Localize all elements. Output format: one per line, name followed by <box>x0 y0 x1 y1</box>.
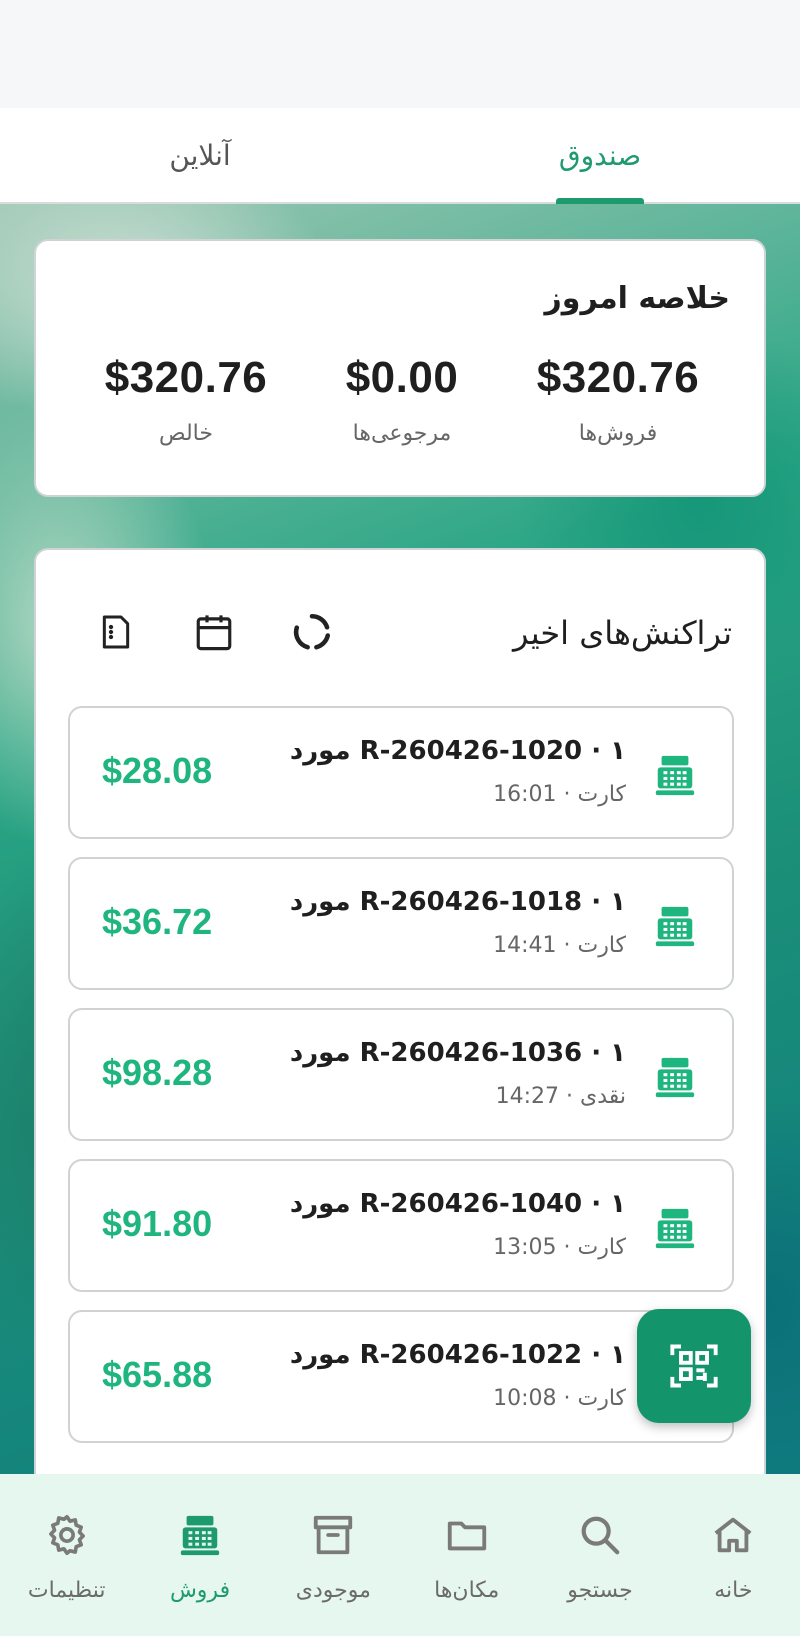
transaction-title: R-260426-1018 · ۱ مورد <box>289 887 626 917</box>
scan-qr-button[interactable] <box>637 1309 751 1423</box>
summary-title: خلاصه امروز <box>544 281 730 316</box>
stat-net-value: $320.76 <box>104 353 268 402</box>
transaction-amount: $91.80 <box>102 1203 213 1244</box>
transaction-row[interactable]: R-260426-1022 · ۱ مورد کارت · 10:08 $65.… <box>68 1310 734 1443</box>
nav-item-inventory[interactable]: موجودی <box>267 1474 400 1636</box>
transaction-title: R-260426-1022 · ۱ مورد <box>289 1340 626 1370</box>
stat-net: $320.76 خالص <box>86 353 286 446</box>
stat-sales-value: $320.76 <box>536 353 700 402</box>
nav-item-home[interactable]: خانه <box>667 1474 800 1636</box>
home-icon <box>714 1517 752 1553</box>
today-summary-card: خلاصه امروز $320.76 فروش‌ها $0.00 مرجوعی… <box>34 239 766 497</box>
transaction-title: R-260426-1036 · ۱ مورد <box>289 1038 626 1068</box>
nav-label-settings: تنظیمات <box>27 1578 106 1603</box>
tab-cash-register[interactable]: صندوق <box>400 108 800 202</box>
nav-item-sales[interactable]: فروش <box>133 1474 266 1636</box>
stat-sales: $320.76 فروش‌ها <box>518 353 718 446</box>
transaction-row[interactable]: R-260426-1036 · ۱ مورد نقدی · 14:27 $98.… <box>68 1008 734 1141</box>
settings-icon <box>48 1514 85 1556</box>
recent-actions <box>94 610 334 654</box>
refresh-button[interactable] <box>290 610 334 654</box>
transaction-amount: $65.88 <box>102 1354 213 1395</box>
search-icon <box>581 1516 620 1555</box>
cash-register-icon <box>655 755 695 796</box>
refresh-icon <box>293 613 331 650</box>
summary-stats: $320.76 فروش‌ها $0.00 مرجوعی‌ها $320.76 … <box>86 353 718 446</box>
export-icon <box>102 615 130 649</box>
stat-refunds-value: $0.00 <box>345 353 459 402</box>
bottom-navigation: خانه جستجو مکان‌ها موجودی فروش تنظیمات <box>0 1474 800 1636</box>
nav-item-locations[interactable]: مکان‌ها <box>400 1474 533 1636</box>
export-button[interactable] <box>94 610 138 654</box>
transaction-subtitle: کارت · 16:01 <box>493 782 626 807</box>
cash-register-icon <box>180 1515 220 1556</box>
transaction-row[interactable]: R-260426-1040 · ۱ مورد کارت · 13:05 $91.… <box>68 1159 734 1292</box>
transaction-amount: $98.28 <box>102 1052 213 1093</box>
transaction-subtitle: کارت · 14:41 <box>493 933 626 958</box>
nav-item-settings[interactable]: تنظیمات <box>0 1474 133 1636</box>
cash-register-icon <box>655 1057 695 1098</box>
nav-label-search: جستجو <box>567 1578 633 1603</box>
transaction-amount: $28.08 <box>102 750 213 791</box>
folder-icon <box>447 1521 486 1551</box>
transaction-title: R-260426-1020 · ۱ مورد <box>289 736 626 766</box>
qr-scan-icon <box>670 1344 718 1388</box>
stat-sales-label: فروش‌ها <box>578 421 658 446</box>
stat-net-label: خالص <box>159 421 213 446</box>
transaction-subtitle: کارت · 13:05 <box>493 1235 626 1260</box>
transaction-subtitle: نقدی · 14:27 <box>495 1084 626 1109</box>
nav-label-inventory: موجودی <box>295 1578 371 1603</box>
transaction-row[interactable]: R-260426-1018 · ۱ مورد کارت · 14:41 $36.… <box>68 857 734 990</box>
cash-register-icon <box>655 1208 695 1249</box>
nav-item-search[interactable]: جستجو <box>533 1474 666 1636</box>
transaction-title: R-260426-1040 · ۱ مورد <box>289 1189 626 1219</box>
stat-refunds-label: مرجوعی‌ها <box>352 421 452 446</box>
recent-title: تراکنش‌های اخیر <box>513 614 732 652</box>
tab-online[interactable]: آنلاین <box>0 108 400 202</box>
transaction-subtitle: کارت · 10:08 <box>493 1386 626 1411</box>
transaction-amount: $36.72 <box>102 901 213 942</box>
nav-label-home: خانه <box>714 1578 753 1603</box>
calendar-icon <box>196 615 232 651</box>
calendar-button[interactable] <box>192 610 236 654</box>
transaction-row[interactable]: R-260426-1020 · ۱ مورد کارت · 16:01 $28.… <box>68 706 734 839</box>
cash-register-icon <box>655 906 695 947</box>
nav-label-locations: مکان‌ها <box>434 1578 500 1603</box>
archive-icon <box>314 1515 353 1555</box>
status-bar <box>0 0 800 108</box>
tab-bar: صندوق آنلاین <box>0 108 800 204</box>
stat-refunds: $0.00 مرجوعی‌ها <box>302 353 502 446</box>
nav-label-sales: فروش <box>169 1578 231 1603</box>
transaction-list: R-260426-1020 · ۱ مورد کارت · 16:01 $28.… <box>68 706 734 1461</box>
